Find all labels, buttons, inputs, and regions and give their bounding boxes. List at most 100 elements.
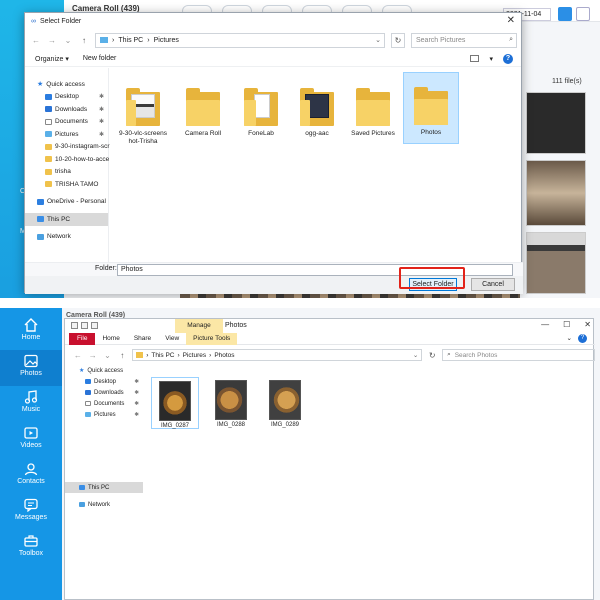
chevron-down-icon[interactable]: ▾ (489, 55, 493, 63)
chevron-down-icon[interactable]: ⌄ (567, 334, 572, 343)
up-arrow-icon[interactable]: ↑ (117, 351, 127, 360)
chevron-down-icon[interactable]: ⌄ (375, 36, 381, 44)
document-icon (85, 401, 91, 406)
address-bar[interactable]: › This PC › Pictures › Photos ⌄ (132, 349, 423, 361)
photo-name: IMG_0288 (216, 422, 246, 428)
pin-icon: ✱ (134, 411, 139, 418)
photo-item-selected[interactable]: IMG_0287 (151, 377, 199, 429)
address-bar[interactable]: › This PC › Pictures ⌄ (95, 32, 385, 48)
photo-thumbnail[interactable] (526, 232, 586, 294)
explorer-title: Photos (225, 322, 247, 329)
nav-item-pictures[interactable]: Pictures ✱ (65, 409, 143, 420)
nav-item-documents[interactable]: Documents ✱ (25, 116, 108, 129)
back-arrow-icon[interactable]: ← (73, 351, 83, 360)
sidebar-item-photos[interactable]: Photos (0, 350, 62, 386)
sidebar-item-videos[interactable]: Videos (0, 422, 62, 458)
view-options-icon[interactable] (470, 55, 480, 62)
up-arrow-icon[interactable]: ↑ (79, 36, 89, 45)
list-view-icon[interactable] (576, 7, 590, 21)
tab-view[interactable]: View (158, 335, 186, 342)
nav-item-folder[interactable]: trisha (25, 166, 108, 179)
sidebar-item-messages[interactable]: Messages (0, 494, 62, 530)
organize-button[interactable]: Organize ▾ (35, 55, 69, 63)
breadcrumb-pictures[interactable]: Pictures (154, 37, 179, 44)
nav-item-documents[interactable]: Documents ✱ (65, 398, 143, 409)
breadcrumb-photos[interactable]: Photos (214, 352, 234, 359)
nav-item-network[interactable]: Network (25, 231, 108, 244)
nav-item-pictures[interactable]: Pictures ✱ (25, 128, 108, 141)
folder-icon (414, 87, 448, 125)
sidebar-item-music[interactable]: Music (0, 386, 62, 422)
nav-item-this-pc[interactable]: This PC (65, 482, 143, 493)
pin-icon: ✱ (134, 400, 139, 407)
back-arrow-icon[interactable]: ← (31, 36, 41, 45)
search-input[interactable]: ⌕ Search Photos (442, 349, 595, 361)
desktop-icon (45, 93, 52, 100)
photo-item[interactable]: IMG_0288 (207, 377, 255, 429)
nav-item-desktop[interactable]: Desktop ✱ (25, 91, 108, 104)
folder-item[interactable]: FoneLab (233, 82, 289, 148)
new-folder-button[interactable]: New folder (83, 55, 116, 62)
maximize-icon[interactable]: ☐ (563, 320, 570, 329)
breadcrumb-this-pc[interactable]: This PC (151, 352, 174, 359)
folder-item-selected[interactable]: Photos (403, 72, 459, 144)
quick-access-toolbar (71, 322, 98, 329)
chevron-down-icon[interactable]: ⌄ (413, 351, 418, 359)
nav-item-this-pc[interactable]: This PC (25, 213, 108, 226)
download-icon (45, 106, 52, 113)
folder-item[interactable]: Camera Roll (175, 82, 231, 148)
properties-icon[interactable] (81, 322, 88, 329)
refresh-icon[interactable]: ↻ (391, 32, 405, 48)
folder-item[interactable]: 9-30-vlc-screens hot-Trisha (115, 82, 171, 148)
nav-item-desktop[interactable]: Desktop ✱ (65, 376, 143, 387)
folder-grid: 9-30-vlc-screens hot-Trisha Camera Roll … (109, 68, 523, 262)
nav-item-quick-access[interactable]: ★ Quick access (25, 78, 108, 91)
nav-item-downloads[interactable]: Downloads ✱ (25, 103, 108, 116)
nav-item-folder[interactable]: 10-20-how-to-acce (25, 153, 109, 166)
chevron-down-icon[interactable]: ⌄ (103, 351, 113, 360)
breadcrumb-this-pc[interactable]: This PC (118, 37, 143, 44)
tab-home[interactable]: Home (95, 335, 126, 342)
nav-item-folder[interactable]: 9-30-instagram-scr (25, 141, 110, 154)
help-icon[interactable]: ? (578, 334, 587, 343)
home-icon (24, 318, 38, 332)
sidebar-item-home[interactable]: Home (0, 314, 62, 350)
nav-item-folder[interactable]: TRISHA TAMO (25, 178, 108, 191)
cancel-button[interactable]: Cancel (471, 278, 515, 291)
folder-name: Camera Roll (184, 130, 222, 137)
forward-arrow-icon[interactable]: → (88, 351, 98, 360)
manage-tab[interactable]: Manage (175, 319, 223, 333)
sidebar-item-toolbox[interactable]: Toolbox (0, 530, 62, 566)
nav-item-onedrive[interactable]: OneDrive - Personal (25, 196, 108, 209)
search-icon: ⌕ (447, 351, 451, 358)
nav-item-downloads[interactable]: Downloads ✱ (65, 387, 143, 398)
network-icon (79, 502, 85, 507)
folder-item[interactable]: ogg-aac (289, 82, 345, 148)
nav-item-network[interactable]: Network (65, 499, 143, 510)
close-icon[interactable]: ✕ (584, 320, 591, 329)
close-icon[interactable]: ✕ (507, 15, 515, 26)
new-folder-icon[interactable] (91, 322, 98, 329)
help-icon[interactable]: ? (503, 53, 513, 64)
photo-item[interactable]: IMG_0289 (261, 377, 309, 429)
grid-view-icon[interactable] (558, 7, 572, 21)
save-icon[interactable] (71, 322, 78, 329)
minimize-icon[interactable]: — (541, 320, 549, 329)
search-input[interactable]: Search Pictures ⌕ (411, 32, 517, 48)
breadcrumb-pictures[interactable]: Pictures (183, 352, 206, 359)
photo-thumbnail[interactable] (526, 160, 586, 226)
nav-item-quick-access[interactable]: ★ Quick access (65, 365, 143, 376)
folder-item[interactable]: Saved Pictures (345, 82, 401, 148)
tab-file[interactable]: File (69, 332, 96, 345)
chevron-down-icon[interactable]: ⌄ (63, 36, 73, 45)
sidebar-item-contacts[interactable]: Contacts (0, 458, 62, 494)
refresh-icon[interactable]: ↻ (427, 351, 437, 360)
folder-icon (45, 156, 52, 163)
forward-arrow-icon[interactable]: → (47, 36, 57, 45)
desktop-icon (85, 379, 91, 384)
tab-share[interactable]: Share (127, 335, 158, 342)
pc-icon (37, 216, 44, 223)
photo-thumbnail[interactable] (526, 92, 586, 154)
tab-picture-tools[interactable]: Picture Tools (186, 332, 238, 345)
folder-icon (136, 352, 144, 358)
